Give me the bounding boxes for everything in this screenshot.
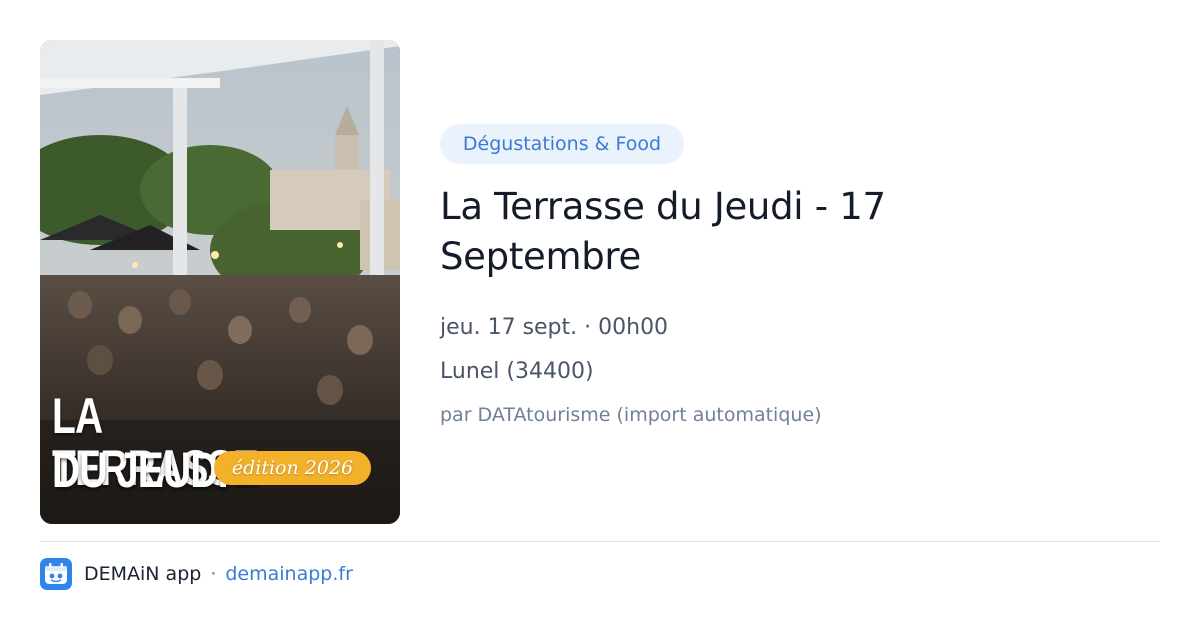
app-name: DEMAiN app xyxy=(84,563,202,585)
divider xyxy=(40,541,1160,542)
event-location: Lunel (34400) xyxy=(440,359,594,384)
edition-badge: édition 2026 xyxy=(214,451,371,485)
demain-app-logo-icon[interactable] xyxy=(40,558,72,590)
event-image[interactable]: LA TERRASSE DU JEUDI édition 2026 xyxy=(40,40,400,524)
app-url-link[interactable]: demainapp.fr xyxy=(225,563,353,585)
footer-separator: · xyxy=(210,563,217,585)
category-tag[interactable]: Dégustations & Food xyxy=(440,124,684,164)
event-title[interactable]: La Terrasse du Jeudi - 17 Septembre xyxy=(440,182,1140,282)
event-source: par DATAtourisme (import automatique) xyxy=(440,404,822,426)
event-date: jeu. 17 sept. · 00h00 xyxy=(440,315,669,340)
footer: DEMAiN app · demainapp.fr xyxy=(40,558,353,590)
event-title-line1: La Terrasse du Jeudi - 17 xyxy=(440,185,886,228)
event-title-line2: Septembre xyxy=(440,235,641,278)
